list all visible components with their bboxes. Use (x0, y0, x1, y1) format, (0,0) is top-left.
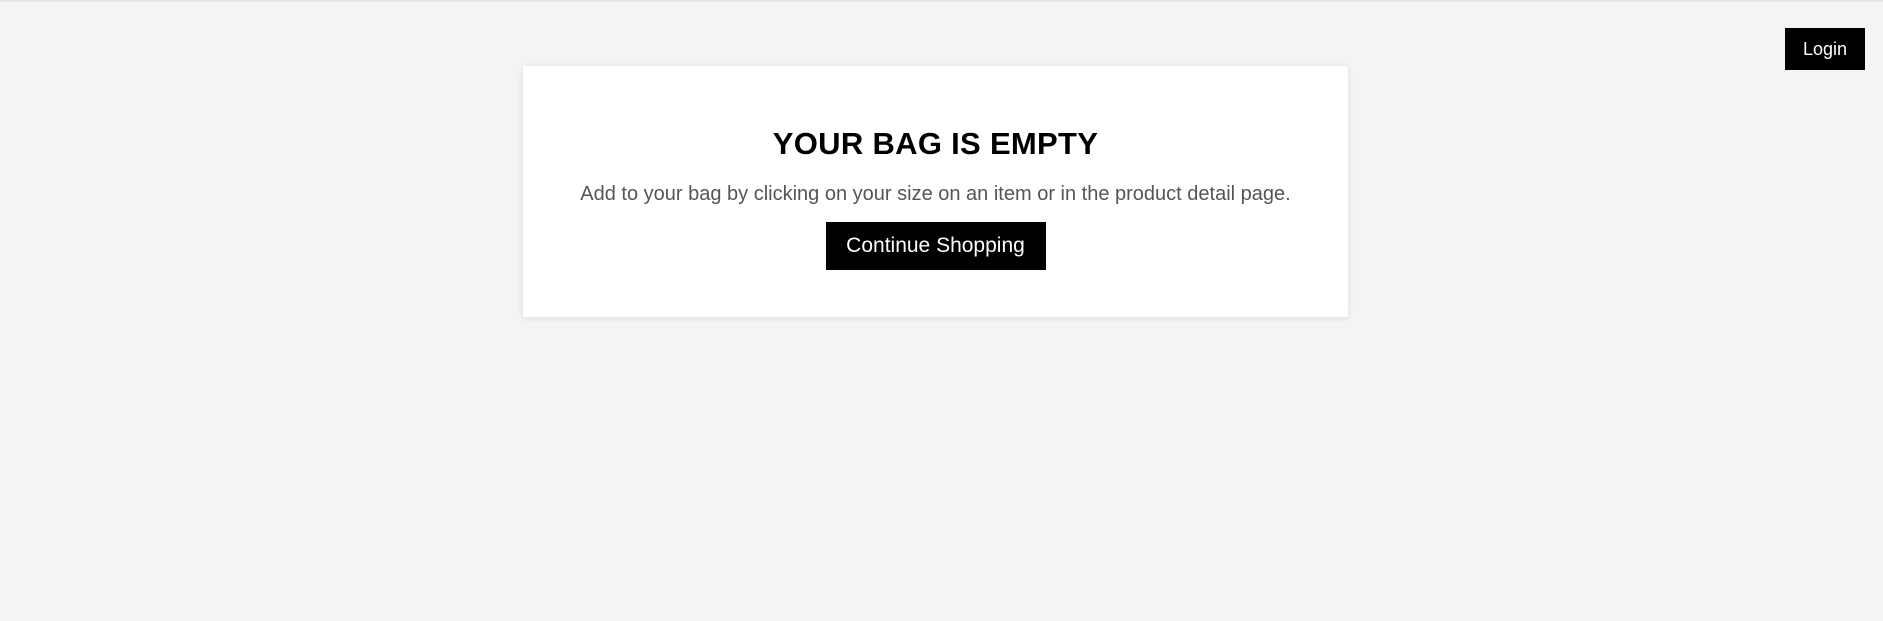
page: Login YOUR BAG IS EMPTY Add to your bag … (0, 0, 1883, 621)
empty-bag-card: YOUR BAG IS EMPTY Add to your bag by cli… (523, 66, 1348, 317)
login-button[interactable]: Login (1785, 28, 1865, 70)
empty-bag-title: YOUR BAG IS EMPTY (772, 126, 1099, 161)
continue-shopping-button[interactable]: Continue Shopping (825, 222, 1046, 270)
empty-bag-message: Add to your bag by clicking on your size… (580, 183, 1291, 205)
